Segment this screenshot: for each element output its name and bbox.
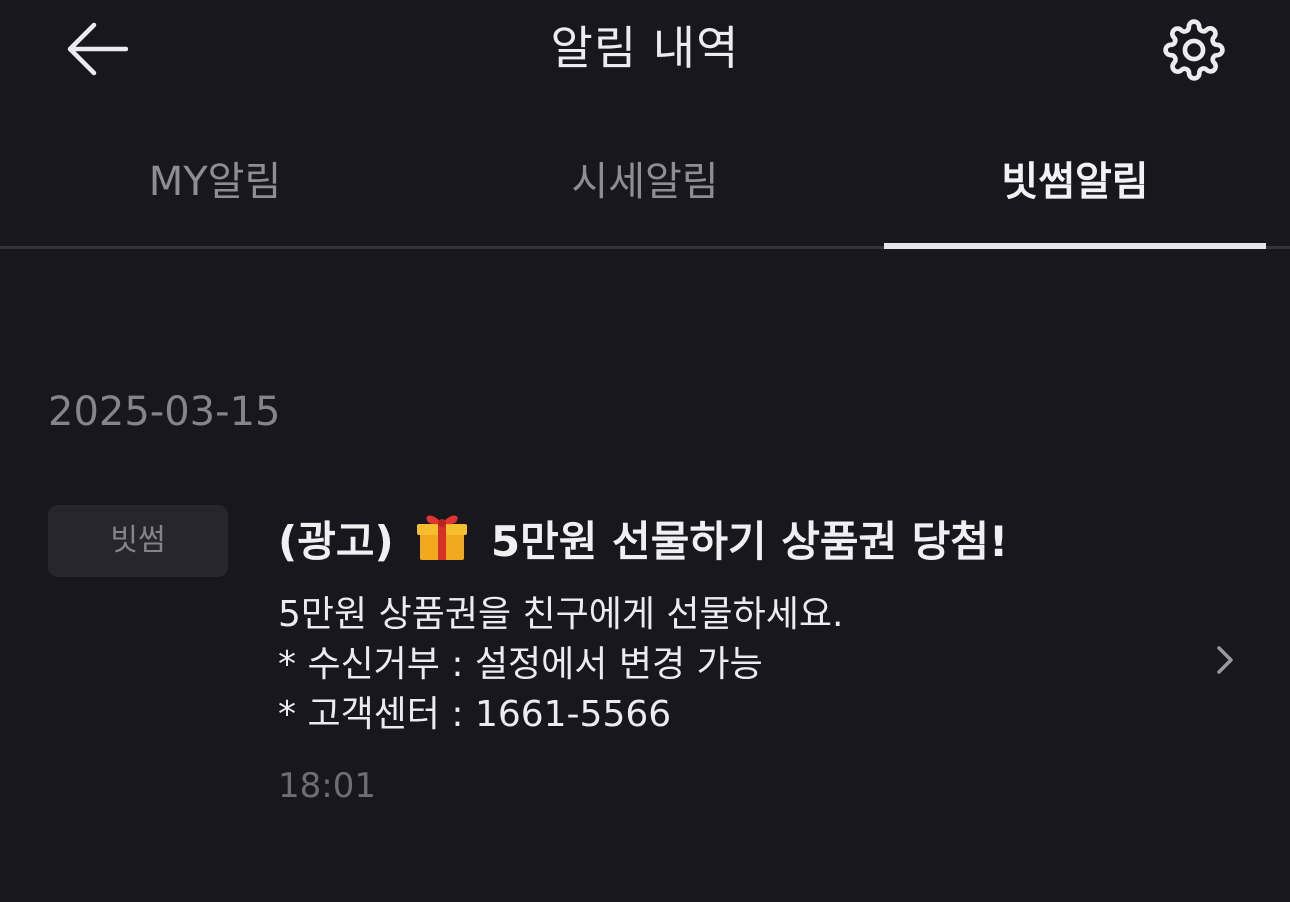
notification-tabs: MY알림 시세알림 빗썸알림: [0, 128, 1290, 249]
body-line: 5만원 상품권을 친구에게 선물하세요.: [278, 594, 844, 635]
title-prefix: (광고): [278, 517, 394, 566]
gift-icon: [417, 515, 468, 560]
body-line: * 수신거부 : 설정에서 변경 가능: [278, 644, 763, 685]
page-title: 알림 내역: [550, 21, 740, 75]
notification-body: 5만원 상품권을 친구에게 선물하세요. * 수신거부 : 설정에서 변경 가능…: [278, 590, 843, 740]
open-notification-button[interactable]: [1212, 640, 1240, 680]
gear-icon: [1163, 19, 1225, 81]
tab-bithumb-alerts[interactable]: 빗썸알림: [860, 128, 1290, 249]
body-line: * 고객센터 : 1661-5566: [278, 694, 672, 735]
settings-button[interactable]: [1154, 10, 1234, 90]
date-group-header: 2025-03-15: [48, 389, 281, 435]
tab-price-alerts[interactable]: 시세알림: [430, 128, 860, 246]
notification-time: 18:01: [278, 766, 376, 806]
tab-my-alerts[interactable]: MY알림: [0, 128, 430, 246]
chevron-right-icon: [1217, 646, 1233, 674]
app-header: 알림 내역: [0, 0, 1290, 100]
notification-item[interactable]: 빗썸 (광고) 5만원 선물하기 상품권 당첨! 5만원 상품권을 친구에게 선…: [0, 500, 1290, 820]
title-text: 5만원 선물하기 상품권 당첨!: [490, 517, 1009, 566]
notification-title: (광고) 5만원 선물하기 상품권 당첨!: [278, 508, 1008, 572]
notification-history-screen: 알림 내역 MY알림 시세알림 빗썸알림 2025-03-15 빗썸 (광고): [0, 0, 1290, 902]
source-badge: 빗썸: [48, 505, 228, 577]
